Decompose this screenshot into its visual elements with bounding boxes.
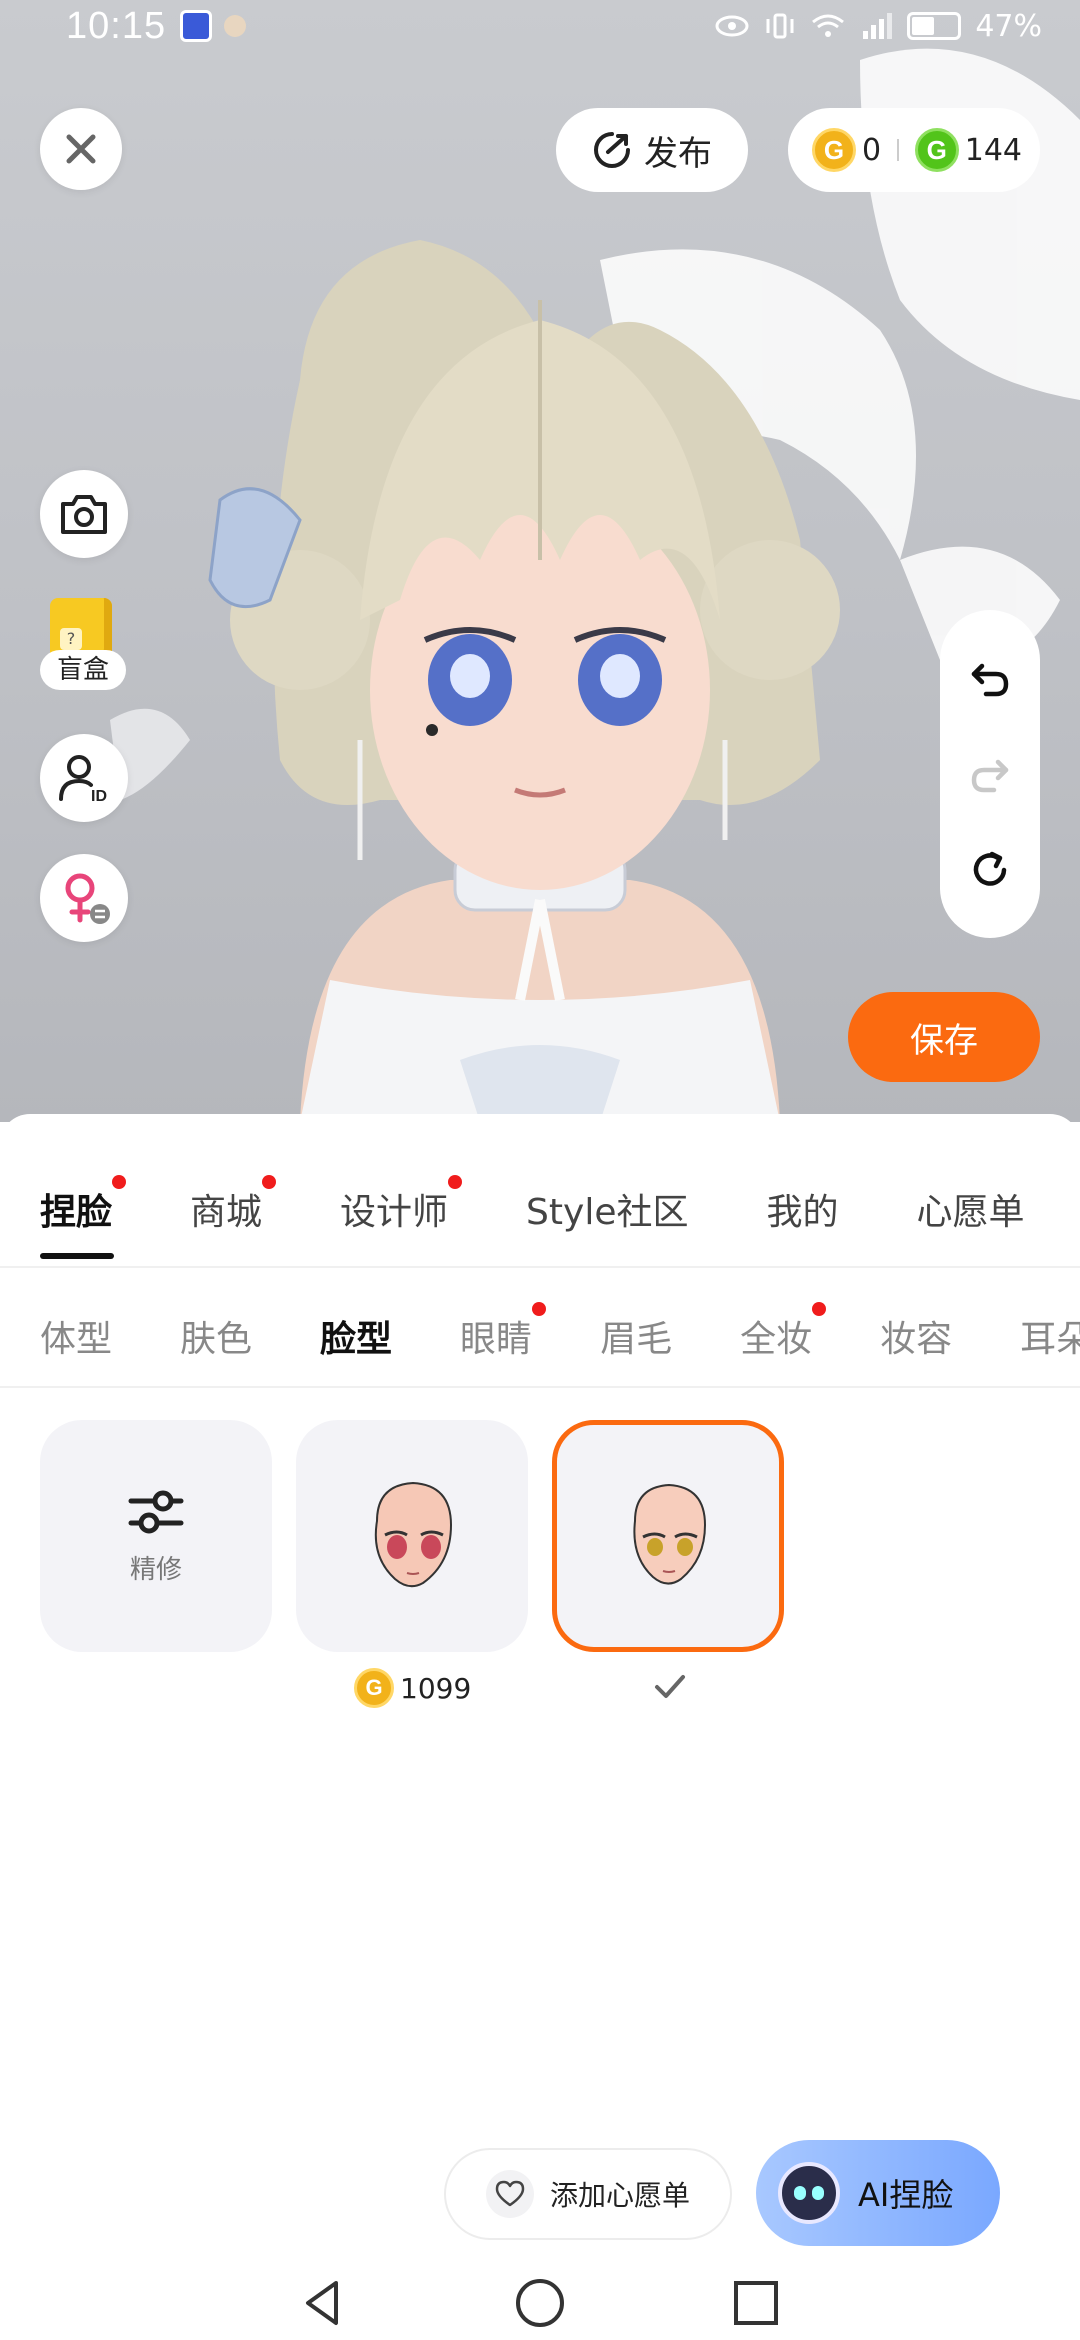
notification-dot <box>812 1302 827 1316</box>
ai-face-label: AI捏脸 <box>858 2176 954 2214</box>
avatar-stage[interactable]: 10:15 47% 发布 G 0 G 144 ? 盲盒 ID 保存 <box>0 0 1080 1122</box>
notification-app-icon <box>180 10 213 42</box>
battery-icon <box>907 12 962 40</box>
subtab-skin[interactable]: 肤色 <box>180 1310 252 1362</box>
checkmark-icon <box>655 1675 685 1698</box>
add-wishlist-button[interactable]: 添加心愿单 <box>444 2148 732 2240</box>
tab-wishlist[interactable]: 心愿单 <box>917 1183 1025 1235</box>
active-tab-indicator <box>40 1253 114 1259</box>
refine-label: 精修 <box>129 1554 182 1585</box>
wifi-icon <box>812 14 845 37</box>
tabs-divider <box>0 1266 1080 1268</box>
subtab-body[interactable]: 体型 <box>40 1310 112 1362</box>
signal-icon <box>863 13 893 39</box>
green-coin-count: 144 <box>964 132 1022 168</box>
notification-dot <box>532 1302 547 1316</box>
close-button[interactable] <box>40 108 122 190</box>
green-coin-icon: G <box>914 128 959 172</box>
heart-icon <box>495 2180 525 2207</box>
subtab-full-makeup[interactable]: 全妆 <box>740 1302 827 1362</box>
camera-button[interactable] <box>40 470 128 558</box>
face-thumbnail <box>633 1483 707 1585</box>
recents-icon[interactable] <box>728 2275 784 2331</box>
gold-coin-icon: G <box>354 1668 394 1708</box>
back-icon[interactable] <box>296 2275 352 2331</box>
gender-switch-button[interactable] <box>40 854 128 942</box>
face-shape-option-1[interactable] <box>296 1420 528 1652</box>
subtab-face-shape[interactable]: 脸型 <box>320 1310 392 1362</box>
face-thumbnail <box>374 1481 453 1588</box>
battery-percent: 47% <box>975 8 1042 44</box>
notification-app-icon-2 <box>224 15 247 37</box>
currency-divider <box>897 139 899 161</box>
status-bar: 10:15 47% <box>0 0 1080 52</box>
sliders-icon <box>128 1490 184 1533</box>
tab-face-edit[interactable]: 捏脸 <box>40 1175 127 1259</box>
publish-button[interactable]: 发布 <box>556 108 748 192</box>
redo-icon[interactable] <box>968 752 1012 796</box>
tab-mine[interactable]: 我的 <box>766 1183 838 1235</box>
eye-icon <box>715 15 749 37</box>
tab-shop[interactable]: 商城 <box>190 1175 277 1235</box>
svg-text:ID: ID <box>91 788 107 805</box>
face-shape-grid: 精修 G 1099 <box>40 1420 1040 1740</box>
tab-designer[interactable]: 设计师 <box>340 1175 463 1235</box>
sub-tabs: 体型 肤色 脸型 眼睛 眉毛 全妆 妆容 耳朵 <box>0 1286 1080 1386</box>
avatar-id-button[interactable]: ID <box>40 734 128 822</box>
save-button[interactable]: 保存 <box>848 992 1040 1082</box>
subtabs-divider <box>0 1386 1080 1388</box>
camera-icon <box>61 495 107 534</box>
subtab-ears[interactable]: 耳朵 <box>1020 1310 1080 1362</box>
subtab-makeup[interactable]: 妆容 <box>880 1310 952 1362</box>
main-tabs: 捏脸 商城 设计师 Style社区 我的 心愿单 <box>0 1154 1080 1264</box>
gold-coin-icon: G <box>812 128 856 172</box>
publish-icon <box>594 132 630 168</box>
undo-icon[interactable] <box>968 656 1012 700</box>
subtab-eyebrows[interactable]: 眉毛 <box>600 1310 672 1362</box>
home-icon[interactable] <box>512 2275 568 2331</box>
publish-label: 发布 <box>644 133 712 174</box>
subtab-eyes[interactable]: 眼睛 <box>460 1302 547 1362</box>
vibrate-icon <box>766 13 794 39</box>
ai-face-button[interactable]: AI捏脸 <box>756 2140 1000 2246</box>
price-value: 1099 <box>400 1671 472 1705</box>
refine-card[interactable]: 精修 <box>40 1420 272 1652</box>
notification-dot <box>112 1175 127 1189</box>
status-time: 10:15 <box>66 4 167 47</box>
face-option-1-price: G 1099 <box>354 1668 471 1708</box>
edit-history-controls <box>940 610 1040 938</box>
blind-box-button[interactable]: ? 盲盒 <box>40 598 130 698</box>
system-nav-bar <box>0 2266 1080 2340</box>
blind-box-label: 盲盒 <box>40 650 126 690</box>
face-shape-option-2-selected[interactable] <box>552 1420 784 1652</box>
currency-balance[interactable]: G 0 G 144 <box>788 108 1040 192</box>
close-icon <box>66 134 96 164</box>
robot-icon <box>778 2162 840 2224</box>
notification-dot <box>262 1175 277 1189</box>
tab-style-community[interactable]: Style社区 <box>526 1183 688 1235</box>
user-id-icon: ID <box>59 755 107 805</box>
wishlist-label: 添加心愿单 <box>549 2179 690 2212</box>
female-icon <box>65 873 110 924</box>
gold-coin-count: 0 <box>862 132 882 168</box>
reset-icon[interactable] <box>968 848 1012 892</box>
notification-dot <box>448 1175 463 1189</box>
